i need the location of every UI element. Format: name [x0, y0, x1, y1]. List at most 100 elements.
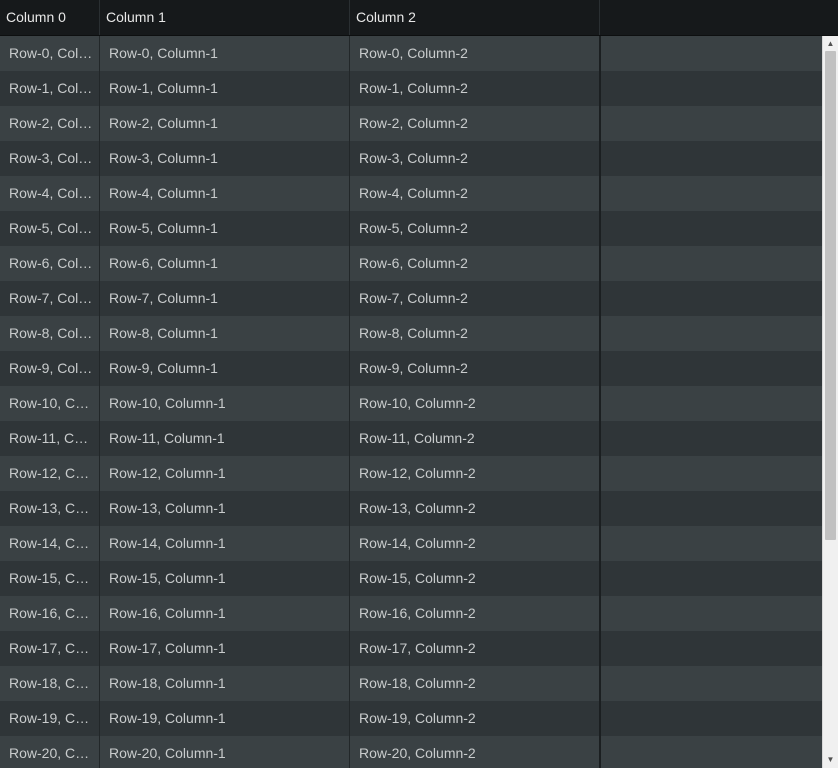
table-cell[interactable]: Row-9, Column-0 — [0, 351, 100, 386]
table-row[interactable]: Row-7, Column-0Row-7, Column-1Row-7, Col… — [0, 281, 822, 316]
table-cell[interactable]: Row-4, Column-2 — [350, 176, 601, 211]
table-cell[interactable]: Row-5, Column-0 — [0, 211, 100, 246]
table-cell[interactable]: Row-0, Column-0 — [0, 36, 100, 71]
table-row[interactable]: Row-12, Column-0Row-12, Column-1Row-12, … — [0, 456, 822, 491]
table-row[interactable]: Row-10, Column-0Row-10, Column-1Row-10, … — [0, 386, 822, 421]
table-cell[interactable]: Row-1, Column-2 — [350, 71, 601, 106]
table-cell[interactable]: Row-19, Column-1 — [100, 701, 350, 736]
arrow-up-icon[interactable]: ▲ — [823, 37, 838, 51]
column-header-1[interactable]: Column 1 — [100, 0, 350, 35]
table-row[interactable]: Row-8, Column-0Row-8, Column-1Row-8, Col… — [0, 316, 822, 351]
table-cell[interactable]: Row-13, Column-0 — [0, 491, 100, 526]
table-cell[interactable]: Row-19, Column-0 — [0, 701, 100, 736]
table-cell[interactable]: Row-5, Column-1 — [100, 211, 350, 246]
table-cell[interactable]: Row-10, Column-1 — [100, 386, 350, 421]
table-cell[interactable]: Row-16, Column-2 — [350, 596, 601, 631]
table-cell[interactable]: Row-11, Column-0 — [0, 421, 100, 456]
row-filler — [601, 631, 822, 666]
table-cell[interactable]: Row-15, Column-2 — [350, 561, 601, 596]
row-filler — [601, 211, 822, 246]
row-filler — [601, 561, 822, 596]
table-cell[interactable]: Row-15, Column-1 — [100, 561, 350, 596]
table-row[interactable]: Row-18, Column-0Row-18, Column-1Row-18, … — [0, 666, 822, 701]
table-row[interactable]: Row-20, Column-0Row-20, Column-1Row-20, … — [0, 736, 822, 768]
table-cell[interactable]: Row-7, Column-1 — [100, 281, 350, 316]
table-cell[interactable]: Row-1, Column-1 — [100, 71, 350, 106]
row-filler — [601, 386, 822, 421]
table-cell[interactable]: Row-8, Column-2 — [350, 316, 601, 351]
table-row[interactable]: Row-15, Column-0Row-15, Column-1Row-15, … — [0, 561, 822, 596]
vertical-scrollbar[interactable]: ▲ ▼ — [822, 36, 838, 768]
table-row[interactable]: Row-9, Column-0Row-9, Column-1Row-9, Col… — [0, 351, 822, 386]
table-cell[interactable]: Row-0, Column-1 — [100, 36, 350, 71]
table-row[interactable]: Row-3, Column-0Row-3, Column-1Row-3, Col… — [0, 141, 822, 176]
table-cell[interactable]: Row-11, Column-2 — [350, 421, 601, 456]
table-cell[interactable]: Row-15, Column-0 — [0, 561, 100, 596]
table-cell[interactable]: Row-9, Column-1 — [100, 351, 350, 386]
table-cell[interactable]: Row-2, Column-0 — [0, 106, 100, 141]
table-row[interactable]: Row-6, Column-0Row-6, Column-1Row-6, Col… — [0, 246, 822, 281]
table-cell[interactable]: Row-5, Column-2 — [350, 211, 601, 246]
table-row[interactable]: Row-16, Column-0Row-16, Column-1Row-16, … — [0, 596, 822, 631]
row-filler — [601, 421, 822, 456]
table-cell[interactable]: Row-16, Column-1 — [100, 596, 350, 631]
table-cell[interactable]: Row-13, Column-2 — [350, 491, 601, 526]
table-cell[interactable]: Row-10, Column-2 — [350, 386, 601, 421]
table-cell[interactable]: Row-9, Column-2 — [350, 351, 601, 386]
arrow-down-icon[interactable]: ▼ — [823, 753, 838, 767]
table-cell[interactable]: Row-17, Column-0 — [0, 631, 100, 666]
table-row[interactable]: Row-11, Column-0Row-11, Column-1Row-11, … — [0, 421, 822, 456]
table-cell[interactable]: Row-2, Column-1 — [100, 106, 350, 141]
table-cell[interactable]: Row-1, Column-0 — [0, 71, 100, 106]
table-row[interactable]: Row-14, Column-0Row-14, Column-1Row-14, … — [0, 526, 822, 561]
table-cell[interactable]: Row-4, Column-1 — [100, 176, 350, 211]
table-cell[interactable]: Row-18, Column-1 — [100, 666, 350, 701]
table-cell[interactable]: Row-14, Column-0 — [0, 526, 100, 561]
table-cell[interactable]: Row-8, Column-1 — [100, 316, 350, 351]
table-cell[interactable]: Row-7, Column-2 — [350, 281, 601, 316]
table-cell[interactable]: Row-14, Column-1 — [100, 526, 350, 561]
row-filler — [601, 701, 822, 736]
table-cell[interactable]: Row-12, Column-2 — [350, 456, 601, 491]
table-cell[interactable]: Row-20, Column-2 — [350, 736, 601, 768]
table-row[interactable]: Row-19, Column-0Row-19, Column-1Row-19, … — [0, 701, 822, 736]
table-cell[interactable]: Row-19, Column-2 — [350, 701, 601, 736]
scrollbar-thumb[interactable] — [825, 51, 836, 540]
table-row[interactable]: Row-5, Column-0Row-5, Column-1Row-5, Col… — [0, 211, 822, 246]
table-row[interactable]: Row-0, Column-0Row-0, Column-1Row-0, Col… — [0, 36, 822, 71]
table-cell[interactable]: Row-6, Column-2 — [350, 246, 601, 281]
table-row[interactable]: Row-4, Column-0Row-4, Column-1Row-4, Col… — [0, 176, 822, 211]
table-cell[interactable]: Row-7, Column-0 — [0, 281, 100, 316]
table-cell[interactable]: Row-18, Column-2 — [350, 666, 601, 701]
table-cell[interactable]: Row-0, Column-2 — [350, 36, 601, 71]
row-filler — [601, 36, 822, 71]
table-cell[interactable]: Row-6, Column-0 — [0, 246, 100, 281]
table-cell[interactable]: Row-3, Column-1 — [100, 141, 350, 176]
table-cell[interactable]: Row-8, Column-0 — [0, 316, 100, 351]
column-header-0[interactable]: Column 0 — [0, 0, 100, 35]
row-filler — [601, 491, 822, 526]
table-row[interactable]: Row-2, Column-0Row-2, Column-1Row-2, Col… — [0, 106, 822, 141]
table-cell[interactable]: Row-3, Column-0 — [0, 141, 100, 176]
table-row[interactable]: Row-17, Column-0Row-17, Column-1Row-17, … — [0, 631, 822, 666]
table-cell[interactable]: Row-4, Column-0 — [0, 176, 100, 211]
table-cell[interactable]: Row-16, Column-0 — [0, 596, 100, 631]
table-cell[interactable]: Row-17, Column-1 — [100, 631, 350, 666]
table-header: Column 0 Column 1 Column 2 — [0, 0, 838, 36]
table-cell[interactable]: Row-10, Column-0 — [0, 386, 100, 421]
table-cell[interactable]: Row-13, Column-1 — [100, 491, 350, 526]
table-cell[interactable]: Row-18, Column-0 — [0, 666, 100, 701]
table-cell[interactable]: Row-12, Column-1 — [100, 456, 350, 491]
table-cell[interactable]: Row-11, Column-1 — [100, 421, 350, 456]
column-header-2[interactable]: Column 2 — [350, 0, 600, 35]
table-cell[interactable]: Row-17, Column-2 — [350, 631, 601, 666]
table-cell[interactable]: Row-20, Column-0 — [0, 736, 100, 768]
table-cell[interactable]: Row-6, Column-1 — [100, 246, 350, 281]
table-cell[interactable]: Row-2, Column-2 — [350, 106, 601, 141]
table-cell[interactable]: Row-14, Column-2 — [350, 526, 601, 561]
table-cell[interactable]: Row-12, Column-0 — [0, 456, 100, 491]
table-row[interactable]: Row-1, Column-0Row-1, Column-1Row-1, Col… — [0, 71, 822, 106]
table-cell[interactable]: Row-20, Column-1 — [100, 736, 350, 768]
table-cell[interactable]: Row-3, Column-2 — [350, 141, 601, 176]
table-row[interactable]: Row-13, Column-0Row-13, Column-1Row-13, … — [0, 491, 822, 526]
